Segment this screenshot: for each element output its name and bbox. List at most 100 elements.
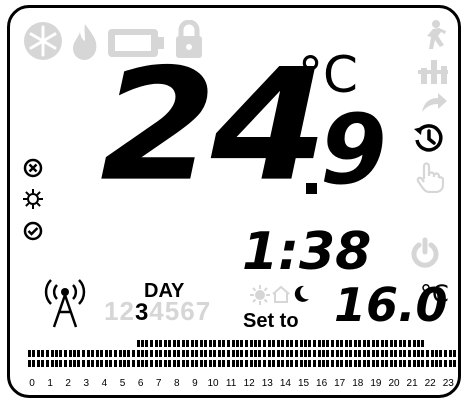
schedule-segment (398, 360, 402, 367)
schedule-segment (145, 360, 149, 367)
schedule-segment (367, 350, 370, 357)
schedule-segment (136, 360, 140, 367)
schedule-segment (308, 340, 312, 347)
schedule-segment (167, 350, 171, 357)
schedule-segment (172, 360, 176, 367)
schedule-segment (68, 360, 72, 367)
set-to-label: Set to (243, 310, 299, 332)
sun-icon (250, 285, 270, 305)
schedule-segment (371, 350, 375, 357)
schedule-segment (118, 360, 122, 367)
schedule-segment (312, 350, 316, 357)
hour-tick-label: 18 (352, 378, 364, 389)
schedule-segment (86, 360, 90, 367)
schedule-segment (159, 340, 163, 347)
schedule-segment (453, 350, 457, 357)
schedule-segment (335, 350, 339, 357)
schedule-segment (326, 340, 330, 347)
schedule-segment (28, 350, 31, 357)
schedule-segment (181, 340, 185, 347)
schedule-segment (272, 350, 276, 357)
day-digit: 1 (104, 296, 120, 326)
schedule-segment (28, 360, 31, 367)
schedule-segment (258, 340, 262, 347)
schedule-segment (122, 360, 126, 367)
schedule-segment (245, 360, 249, 367)
schedule-segment (294, 340, 298, 347)
person-away-icon (427, 20, 446, 49)
schedule-segment (362, 340, 366, 347)
schedule-segment (95, 360, 99, 367)
schedule-segment (141, 360, 144, 367)
set-temperature-unit: °C (420, 280, 449, 308)
current-temperature-value: 24 (100, 35, 328, 216)
schedule-segment (77, 360, 81, 367)
hour-tick-label: 8 (174, 378, 180, 389)
confirm-check-icon (23, 221, 43, 241)
schedule-segment (317, 360, 321, 367)
schedule-segment (199, 350, 203, 357)
schedule-segment (439, 350, 443, 357)
hour-tick-label: 7 (155, 378, 162, 389)
schedule-segment (177, 350, 181, 357)
schedule-segment (222, 360, 226, 367)
schedule-segment (217, 350, 221, 357)
hour-tick-label: 12 (243, 378, 255, 389)
schedule-segment (181, 360, 185, 367)
schedule-segment (426, 350, 430, 357)
schedule-segment (82, 350, 86, 357)
schedule-segment (371, 340, 375, 347)
schedule-segment (412, 340, 416, 347)
schedule-segment (285, 360, 289, 367)
schedule-segment (100, 360, 104, 367)
schedule-segment (227, 360, 231, 367)
day-digit: 7 (195, 296, 212, 326)
schedule-segment (340, 340, 344, 347)
hour-tick-label: 6 (137, 378, 144, 389)
schedule-segment (240, 360, 244, 367)
schedule-segment (217, 340, 221, 347)
schedule-segment (322, 360, 325, 367)
schedule-segment (245, 340, 249, 347)
schedule-segment (416, 360, 420, 367)
schedule-segment (326, 350, 330, 357)
schedule-segment (159, 350, 163, 357)
schedule-segment (172, 350, 176, 357)
schedule-segment (254, 360, 257, 367)
schedule-segment (376, 350, 380, 357)
hour-tick-label: 17 (334, 378, 346, 389)
schedule-segment (82, 360, 86, 367)
schedule-segment (54, 360, 58, 367)
schedule-segment (353, 340, 357, 347)
schedule-segment (104, 350, 108, 357)
redo-arrow-icon (422, 93, 447, 112)
schedule-segment (36, 350, 40, 357)
schedule-segment (403, 350, 407, 357)
schedule-segment (317, 340, 321, 347)
schedule-segment (172, 340, 176, 347)
schedule-segment (41, 360, 45, 367)
schedule-segment (177, 340, 181, 347)
schedule-segment (326, 360, 330, 367)
schedule-segment (390, 360, 393, 367)
schedule-segment (367, 360, 370, 367)
schedule-segment (127, 360, 131, 367)
schedule-segment (412, 360, 416, 367)
schedule-segment (122, 350, 126, 357)
schedule-segment (385, 350, 389, 357)
schedule-segment (330, 360, 334, 367)
schedule-segment (195, 340, 199, 347)
schedule-segment (199, 340, 203, 347)
hour-tick-label: 9 (192, 378, 198, 389)
schedule-segment (290, 360, 294, 367)
day-digit: 5 (164, 296, 181, 326)
schedule-segment (227, 340, 231, 347)
schedule-segment (54, 350, 58, 357)
schedule-segment (430, 350, 434, 357)
schedule-segment (104, 360, 108, 367)
schedule-segment (209, 340, 212, 347)
schedule-segment (258, 360, 262, 367)
schedule-segment (249, 340, 253, 347)
schedule-segment (186, 350, 189, 357)
schedule-segment (163, 350, 167, 357)
